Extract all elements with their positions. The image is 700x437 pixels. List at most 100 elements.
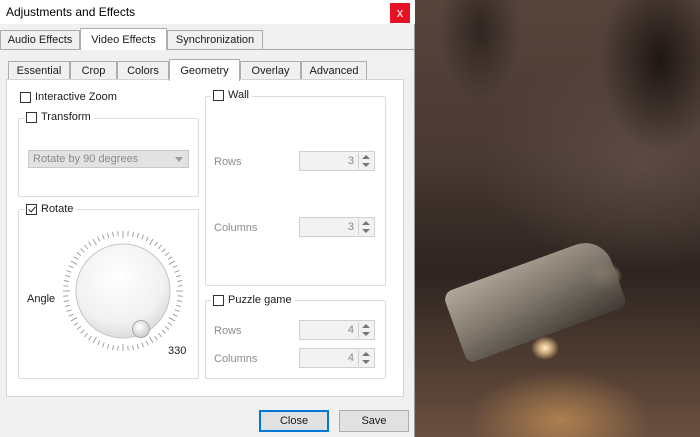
dial-tick bbox=[161, 248, 166, 253]
dial-tick bbox=[154, 335, 158, 341]
tab-synchronization[interactable]: Synchronization bbox=[167, 30, 263, 49]
dial-tick bbox=[63, 280, 69, 282]
transform-select-value: Rotate by 90 degrees bbox=[33, 153, 139, 165]
dial-tick bbox=[176, 304, 182, 307]
dial-tick bbox=[102, 234, 105, 240]
tab-overlay[interactable]: Overlay bbox=[240, 61, 301, 80]
puzzle-columns-spinbox[interactable]: 4 bbox=[299, 348, 375, 368]
puzzle-rows-label: Rows bbox=[214, 325, 242, 337]
dial-tick bbox=[84, 244, 88, 250]
puzzle-rows-value: 4 bbox=[347, 324, 354, 336]
dial-tick bbox=[145, 340, 149, 346]
interactive-zoom-checkbox[interactable]: Interactive Zoom bbox=[18, 91, 120, 103]
dial-tick bbox=[164, 252, 170, 256]
dial-tick bbox=[107, 344, 110, 350]
dial-tick bbox=[177, 280, 183, 282]
puzzle-label: Puzzle game bbox=[228, 294, 292, 306]
spin-arrows-icon[interactable] bbox=[358, 219, 373, 235]
dial-tick bbox=[172, 313, 178, 317]
dial-tick bbox=[136, 344, 139, 350]
dial-tick bbox=[66, 270, 72, 273]
dial-tick bbox=[63, 300, 69, 302]
transform-label: Transform bbox=[41, 111, 91, 123]
dial-tick bbox=[167, 322, 173, 326]
dial-tick bbox=[76, 252, 82, 256]
dial-grip bbox=[132, 320, 150, 338]
window-title: Adjustments and Effects bbox=[6, 5, 136, 19]
close-button[interactable]: Close bbox=[259, 410, 329, 432]
dial-tick bbox=[97, 236, 101, 242]
dial-tick bbox=[149, 238, 154, 246]
main-tab-bar: Audio Effects Video Effects Synchronizat… bbox=[0, 28, 415, 50]
wall-rows-spinbox[interactable]: 3 bbox=[299, 151, 375, 171]
wall-label: Wall bbox=[228, 89, 249, 101]
title-bar: Adjustments and Effects x bbox=[0, 0, 415, 24]
save-button[interactable]: Save bbox=[339, 410, 409, 432]
adjustments-dialog: Adjustments and Effects x Audio Effects … bbox=[0, 0, 415, 437]
tab-essential[interactable]: Essential bbox=[8, 61, 70, 80]
spin-arrows-icon[interactable] bbox=[358, 153, 373, 169]
dial-tick bbox=[176, 275, 182, 278]
dial-tick bbox=[168, 260, 176, 265]
sub-tab-bar: Essential Crop Colors Geometry Overlay A… bbox=[0, 59, 415, 81]
close-window-button[interactable]: x bbox=[390, 3, 410, 23]
dial-tick bbox=[145, 236, 149, 242]
tab-video-effects[interactable]: Video Effects bbox=[80, 28, 167, 50]
dial-tick bbox=[132, 231, 134, 237]
wall-columns-label: Columns bbox=[214, 222, 258, 234]
dial-knob bbox=[75, 243, 171, 339]
dial-tick bbox=[88, 241, 92, 247]
dial-tick bbox=[161, 329, 166, 334]
rotate-label: Rotate bbox=[41, 203, 74, 215]
puzzle-checkbox[interactable]: Puzzle game bbox=[211, 294, 295, 306]
dial-tick bbox=[168, 317, 176, 322]
checkbox-icon bbox=[213, 294, 224, 306]
tab-colors[interactable]: Colors bbox=[117, 61, 169, 80]
dial-tick bbox=[76, 326, 82, 330]
dial-tick bbox=[177, 300, 183, 302]
dial-tick bbox=[132, 345, 134, 351]
dial-tick bbox=[66, 309, 72, 312]
chevron-down-icon bbox=[175, 157, 183, 162]
dial-tick bbox=[112, 231, 114, 237]
transform-checkbox[interactable]: Transform bbox=[24, 111, 94, 123]
dial-tick bbox=[84, 332, 88, 338]
dial-tick bbox=[158, 244, 162, 250]
wall-group bbox=[205, 96, 386, 286]
dial-tick bbox=[68, 265, 74, 269]
spin-arrows-icon[interactable] bbox=[358, 322, 373, 338]
tab-geometry[interactable]: Geometry bbox=[169, 59, 240, 81]
dial-tick bbox=[158, 332, 162, 338]
dial-tick bbox=[92, 336, 97, 344]
rotate-checkbox[interactable]: Rotate bbox=[24, 203, 77, 215]
dial-tick bbox=[154, 241, 158, 247]
dial-tick bbox=[88, 335, 92, 341]
dial-tick bbox=[174, 309, 180, 312]
dial-tick bbox=[64, 275, 70, 278]
puzzle-rows-spinbox[interactable]: 4 bbox=[299, 320, 375, 340]
wall-columns-spinbox[interactable]: 3 bbox=[299, 217, 375, 237]
checkbox-icon bbox=[20, 91, 31, 103]
wall-columns-value: 3 bbox=[347, 221, 354, 233]
transform-select[interactable]: Rotate by 90 degrees bbox=[28, 150, 189, 168]
dial-tick bbox=[141, 234, 144, 240]
tab-advanced[interactable]: Advanced bbox=[301, 61, 367, 80]
dial-tick bbox=[80, 248, 85, 253]
tab-audio-effects[interactable]: Audio Effects bbox=[0, 30, 80, 49]
dial-tick bbox=[167, 256, 173, 260]
dial-tick bbox=[92, 238, 97, 246]
dial-tick bbox=[112, 345, 114, 351]
spin-arrows-icon[interactable] bbox=[358, 350, 373, 366]
dial-tick bbox=[70, 317, 78, 322]
wall-rows-label: Rows bbox=[214, 156, 242, 168]
angle-dial[interactable] bbox=[61, 229, 185, 353]
checkbox-checked-icon bbox=[26, 203, 37, 215]
wall-checkbox[interactable]: Wall bbox=[211, 89, 252, 101]
dial-tick bbox=[107, 232, 110, 238]
puzzle-columns-label: Columns bbox=[214, 353, 258, 365]
dial-tick bbox=[102, 342, 105, 348]
dial-tick bbox=[70, 260, 78, 265]
dial-tick bbox=[68, 313, 74, 317]
tab-crop[interactable]: Crop bbox=[70, 61, 117, 80]
dial-tick bbox=[73, 256, 79, 260]
